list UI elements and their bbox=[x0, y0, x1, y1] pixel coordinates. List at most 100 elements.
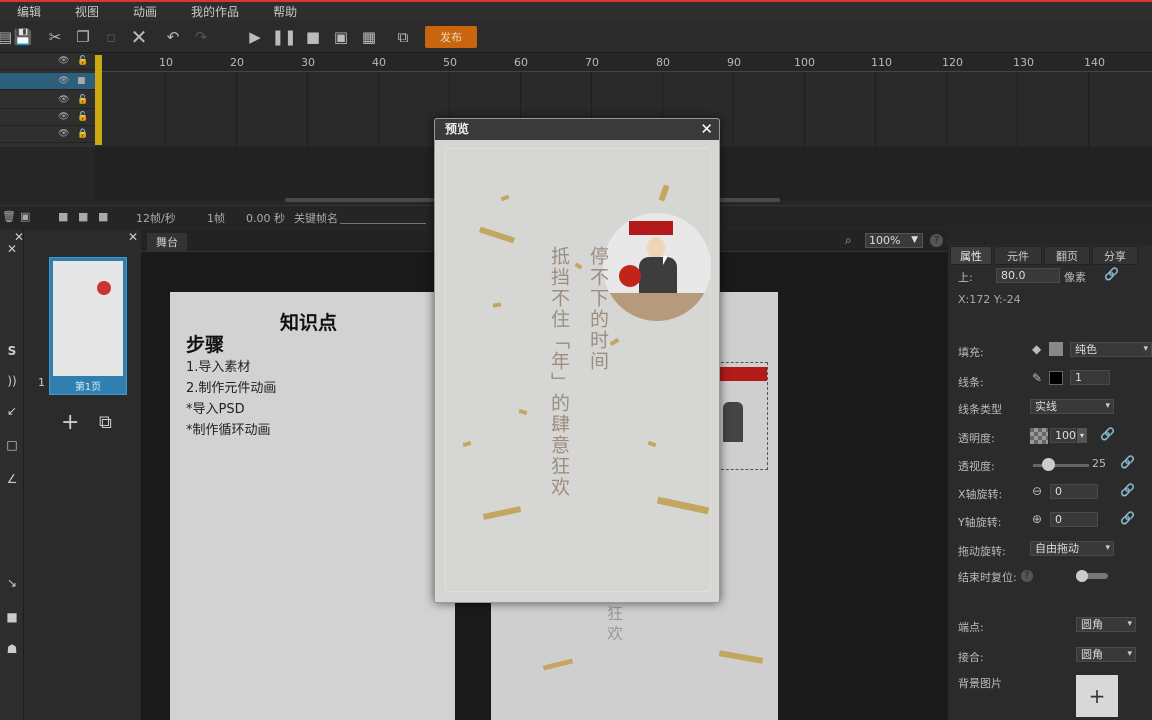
publish-button[interactable]: 发布 bbox=[425, 26, 477, 48]
fill-mode-select[interactable]: 纯色 bbox=[1070, 342, 1152, 357]
menu-animation[interactable]: 动画 bbox=[133, 3, 157, 20]
add-background-button[interactable]: + bbox=[1076, 675, 1118, 717]
copy-icon[interactable]: ❐ bbox=[72, 26, 94, 48]
time-label: 0.00 秒 bbox=[246, 212, 285, 225]
tab-pageflip[interactable]: 翻页 bbox=[1044, 246, 1090, 265]
opacity-input[interactable]: 100 bbox=[1050, 428, 1076, 443]
blur-label: 透视度: bbox=[958, 460, 995, 473]
zoom-icon[interactable]: ⌕ bbox=[845, 233, 852, 248]
hand-tool-icon[interactable]: ☗ bbox=[0, 642, 24, 656]
shape-tool-icon[interactable]: □ bbox=[0, 438, 24, 452]
stroke-color-swatch[interactable] bbox=[1049, 371, 1063, 385]
audio-tool-icon[interactable]: )) bbox=[0, 374, 24, 388]
frame-tool-icon[interactable]: ■ bbox=[98, 210, 108, 223]
link-icon[interactable]: 🔗 bbox=[1104, 267, 1119, 281]
frame-tool-icon[interactable]: ■ bbox=[78, 210, 88, 223]
text-tool-icon[interactable]: S bbox=[0, 344, 24, 358]
export-icon[interactable]: ⧉ bbox=[392, 26, 414, 48]
drag-rotate-select[interactable]: 自由拖动 bbox=[1030, 541, 1114, 556]
ruler-number: 70 bbox=[585, 56, 599, 69]
eye-icon[interactable]: 👁 bbox=[58, 56, 69, 66]
tab-symbols[interactable]: 元件 bbox=[994, 246, 1042, 265]
join-label: 接合: bbox=[958, 651, 984, 664]
pencil-icon[interactable]: ✎ bbox=[1032, 371, 1042, 385]
toggle-thumb[interactable] bbox=[1076, 570, 1088, 582]
page-thumbnail[interactable]: 第1页 bbox=[49, 257, 127, 395]
cut-icon[interactable]: ✂ bbox=[44, 26, 66, 48]
square-tool-icon[interactable]: ■ bbox=[0, 610, 24, 624]
link-icon[interactable]: 🔗 bbox=[1120, 455, 1135, 469]
stroke-width-input[interactable]: 1 bbox=[1070, 370, 1110, 385]
lock-icon[interactable]: 🔓 bbox=[77, 112, 88, 122]
delete-icon[interactable]: ✕ bbox=[128, 25, 150, 49]
lock-icon[interactable]: 🔓 bbox=[77, 95, 88, 105]
eye-icon[interactable]: 👁 bbox=[58, 95, 69, 105]
help-icon[interactable]: ? bbox=[1021, 570, 1033, 582]
eye-icon[interactable]: 👁 bbox=[58, 112, 69, 122]
help-icon[interactable]: ? bbox=[930, 234, 943, 247]
pause-icon[interactable]: ❚❚ bbox=[271, 26, 296, 48]
layer-row[interactable]: 👁 🔓 bbox=[0, 109, 95, 126]
select-tool-icon[interactable]: ✕ bbox=[0, 242, 24, 256]
menu-my-works[interactable]: 我的作品 bbox=[191, 3, 239, 20]
stepper-icon[interactable]: ▾ bbox=[1077, 428, 1087, 443]
pen-tool-icon[interactable]: ↙ bbox=[0, 404, 24, 418]
keyframe-name-input[interactable] bbox=[340, 223, 426, 224]
eye-icon[interactable]: 👁 bbox=[58, 76, 69, 86]
play-icon[interactable]: ▶ bbox=[244, 26, 266, 48]
lock-icon[interactable]: ■ bbox=[77, 76, 86, 86]
top-input[interactable]: 80.0 bbox=[996, 268, 1060, 283]
redo-icon[interactable]: ↷ bbox=[190, 26, 212, 48]
eye-icon[interactable]: 👁 bbox=[58, 129, 69, 139]
yrot-input[interactable]: 0 bbox=[1050, 512, 1098, 527]
frame-tool-icon[interactable]: ■ bbox=[58, 210, 68, 223]
close-icon[interactable]: ✕ bbox=[700, 119, 713, 140]
tab-stage[interactable]: 舞台 bbox=[147, 233, 187, 252]
layer-row[interactable]: 👁 ■ bbox=[0, 73, 95, 90]
trash-icon[interactable]: 🗑 bbox=[2, 210, 16, 223]
playhead[interactable] bbox=[95, 55, 102, 145]
join-select[interactable]: 圆角 bbox=[1076, 647, 1136, 662]
layer-row[interactable]: 👁 🔓 bbox=[0, 92, 95, 109]
paint-bucket-icon[interactable]: ◆ bbox=[1032, 342, 1041, 356]
preview-screen-icon[interactable]: ▣ bbox=[330, 26, 352, 48]
menu-help[interactable]: 帮助 bbox=[273, 3, 297, 20]
unit-label: 像素 bbox=[1064, 271, 1086, 284]
tab-share[interactable]: 分享 bbox=[1092, 246, 1138, 265]
qrcode-icon[interactable]: ▦ bbox=[358, 26, 380, 48]
fill-color-swatch[interactable] bbox=[1049, 342, 1063, 356]
link-icon[interactable]: 🔗 bbox=[1100, 427, 1115, 441]
stop-icon[interactable]: ■ bbox=[302, 26, 324, 48]
layer-row[interactable]: 👁 🔒 bbox=[0, 126, 95, 143]
menu-edit[interactable]: 编辑 bbox=[17, 3, 41, 20]
lock-icon[interactable]: 🔒 bbox=[77, 129, 88, 139]
drag-rotate-label: 拖动旋转: bbox=[958, 545, 1006, 558]
canvas-page[interactable]: 知识点 步骤 1.导入素材 2.制作元件动画 *导入PSD *制作循环动画 bbox=[170, 292, 455, 720]
timeline-ruler[interactable]: 10 20 30 40 50 60 70 80 90 100 110 120 1… bbox=[95, 53, 1152, 72]
duplicate-page-icon[interactable]: ⧉ bbox=[99, 412, 112, 433]
paste-icon[interactable]: ▫ bbox=[100, 26, 122, 48]
undo-icon[interactable]: ↶ bbox=[162, 26, 184, 48]
zoom-select[interactable]: 100% ▼ bbox=[865, 233, 923, 248]
close-icon[interactable]: ✕ bbox=[128, 230, 138, 244]
cap-select[interactable]: 圆角 bbox=[1076, 617, 1136, 632]
ruler-number: 110 bbox=[871, 56, 892, 69]
save-icon[interactable]: 💾 bbox=[12, 26, 34, 48]
menu-view[interactable]: 视图 bbox=[75, 3, 99, 20]
table bbox=[603, 293, 711, 321]
link-icon[interactable]: 🔗 bbox=[1120, 483, 1135, 497]
blur-value: 25 bbox=[1092, 457, 1106, 470]
lock-icon[interactable]: 🔓 bbox=[77, 56, 88, 66]
link-icon[interactable]: 🔗 bbox=[1120, 511, 1135, 525]
blur-slider-thumb[interactable] bbox=[1042, 458, 1055, 471]
close-icon[interactable]: ✕ bbox=[14, 230, 24, 244]
ruler-number: 100 bbox=[794, 56, 815, 69]
stroke-type-select[interactable]: 实线 bbox=[1030, 399, 1114, 414]
tab-properties[interactable]: 属性 bbox=[950, 246, 992, 265]
add-page-icon[interactable]: + bbox=[61, 410, 79, 435]
new-layer-icon[interactable]: ▣ bbox=[20, 210, 30, 223]
arrow-tool-icon[interactable]: ↘ bbox=[0, 576, 24, 590]
coords-label: X:172 Y:-24 bbox=[958, 293, 1021, 306]
xrot-input[interactable]: 0 bbox=[1050, 484, 1098, 499]
brush-tool-icon[interactable]: ∠ bbox=[0, 472, 24, 486]
